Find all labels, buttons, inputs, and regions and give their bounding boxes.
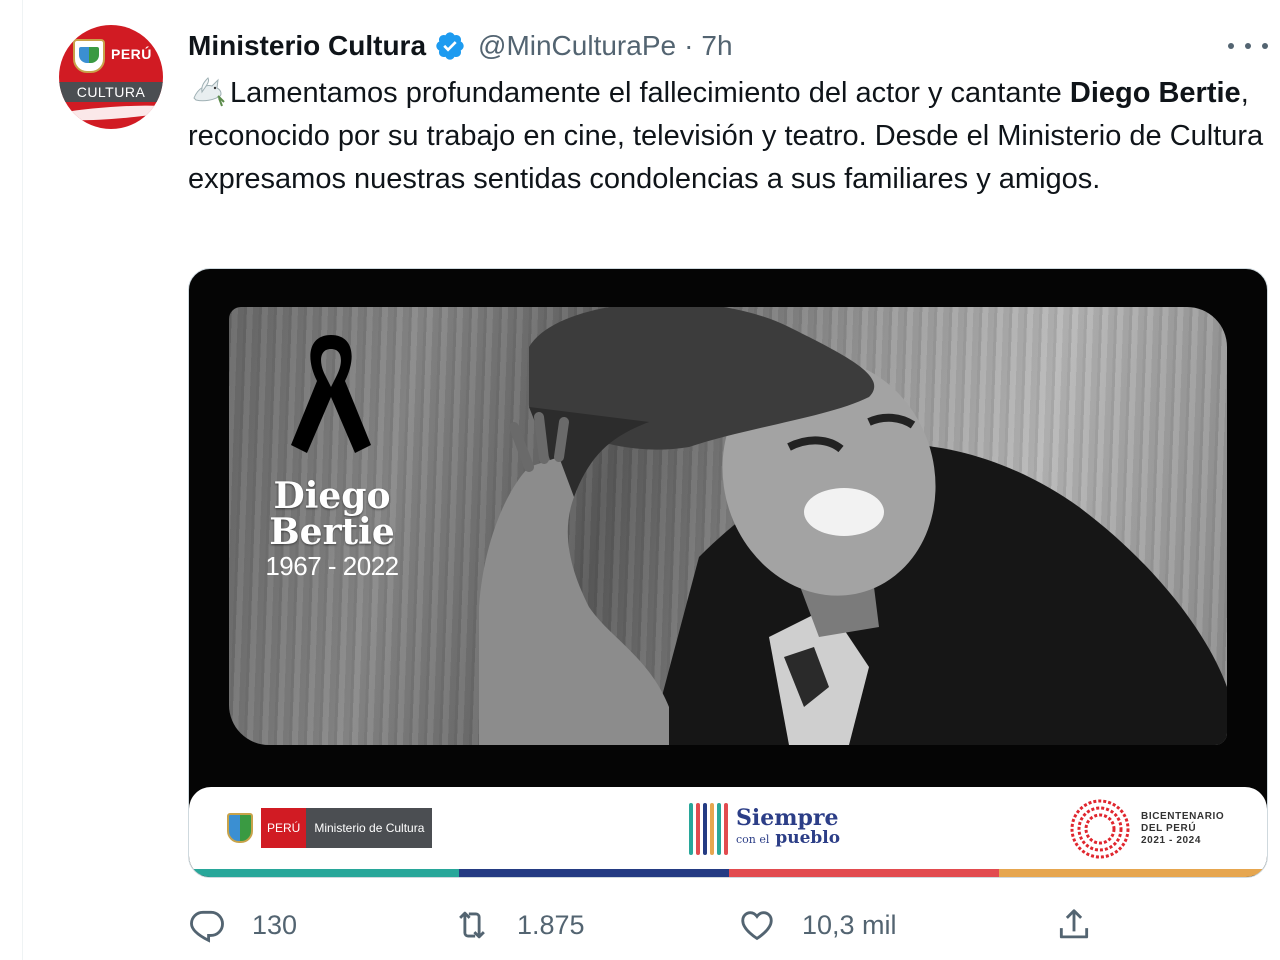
color-stripe <box>189 869 459 877</box>
account-handle[interactable]: @MinCulturaPe <box>478 30 676 62</box>
bicentenario-sun-icon <box>1070 799 1130 859</box>
bicentenario-line2: DEL PERÚ <box>1141 823 1197 834</box>
memorial-years: 1967 - 2022 <box>265 551 399 581</box>
header-separator: · <box>684 30 694 61</box>
more-dot <box>1262 43 1268 49</box>
tweet-header: Ministerio Cultura @MinCulturaPe · 7h <box>188 28 733 64</box>
retweet-button[interactable]: 1.875 <box>453 900 585 950</box>
slogan-bars-icon <box>689 803 728 855</box>
retweet-count: 1.875 <box>517 909 585 940</box>
peru-crest-icon <box>73 39 105 73</box>
timeline-border <box>22 0 23 960</box>
share-button[interactable] <box>1055 900 1093 950</box>
reply-count: 130 <box>252 909 298 940</box>
avatar-swoosh <box>59 102 163 124</box>
color-stripe <box>459 869 729 877</box>
retweet-icon <box>459 911 485 939</box>
like-button[interactable]: 10,3 mil <box>738 900 897 950</box>
siempre-con-el-pueblo-logo: Siempre con el pueblo <box>689 799 840 859</box>
bicentenario-line3: 2021 - 2024 <box>1141 835 1201 846</box>
more-dot <box>1228 43 1234 49</box>
mourning-ribbon-icon <box>291 335 371 453</box>
tweet-text: Lamentamos profundamente el fallecimient… <box>188 72 1268 201</box>
ministerio-logo: PERÚ Ministerio de Cultura <box>227 808 433 848</box>
memorial-photo: Diego Bertie 1967 - 2022 <box>229 307 1227 745</box>
account-avatar[interactable]: PERÚ CULTURA <box>59 25 163 129</box>
more-dot <box>1245 43 1251 49</box>
avatar-cultura-label: CULTURA <box>76 84 146 100</box>
color-stripe <box>729 869 999 877</box>
logo-peru-label: PERÚ <box>261 808 307 848</box>
bicentenario-line1: BICENTENARIO <box>1141 811 1225 822</box>
like-count: 10,3 mil <box>802 909 897 940</box>
tweet-text-intro: Lamentamos profundamente el fallecimient… <box>230 77 1070 109</box>
tweet-media-image[interactable]: Diego Bertie 1967 - 2022 PERÚ Ministerio… <box>188 268 1268 878</box>
reply-button[interactable]: 130 <box>188 900 297 950</box>
share-icon <box>1059 909 1089 939</box>
peru-crest-icon <box>227 813 253 843</box>
avatar-peru-label: PERÚ <box>111 46 152 62</box>
slogan-sub: pueblo <box>775 828 841 848</box>
memorial-last-name: Bertie <box>269 511 395 553</box>
tweet-timestamp[interactable]: 7h <box>701 30 732 62</box>
tweet-text-bold-name: Diego Bertie <box>1069 77 1241 109</box>
color-stripe <box>999 869 1267 877</box>
more-options-icon[interactable] <box>1228 36 1268 56</box>
slogan-main: Siempre <box>736 805 839 831</box>
memorial-first-name: Diego <box>273 475 391 517</box>
display-name[interactable]: Ministerio Cultura <box>188 30 426 62</box>
heart-icon <box>741 911 773 941</box>
tweet-actions: 130 1.875 10,3 mil <box>188 900 1268 950</box>
logo-ministry-label: Ministerio de Cultura <box>306 808 433 848</box>
bicentenario-logo: BICENTENARIO DEL PERÚ 2021 - 2024 <box>1069 797 1224 861</box>
verified-badge-icon <box>434 30 466 62</box>
slogan-sub-small: con el <box>736 833 770 846</box>
dove-icon <box>188 76 226 108</box>
reply-icon <box>190 910 224 943</box>
